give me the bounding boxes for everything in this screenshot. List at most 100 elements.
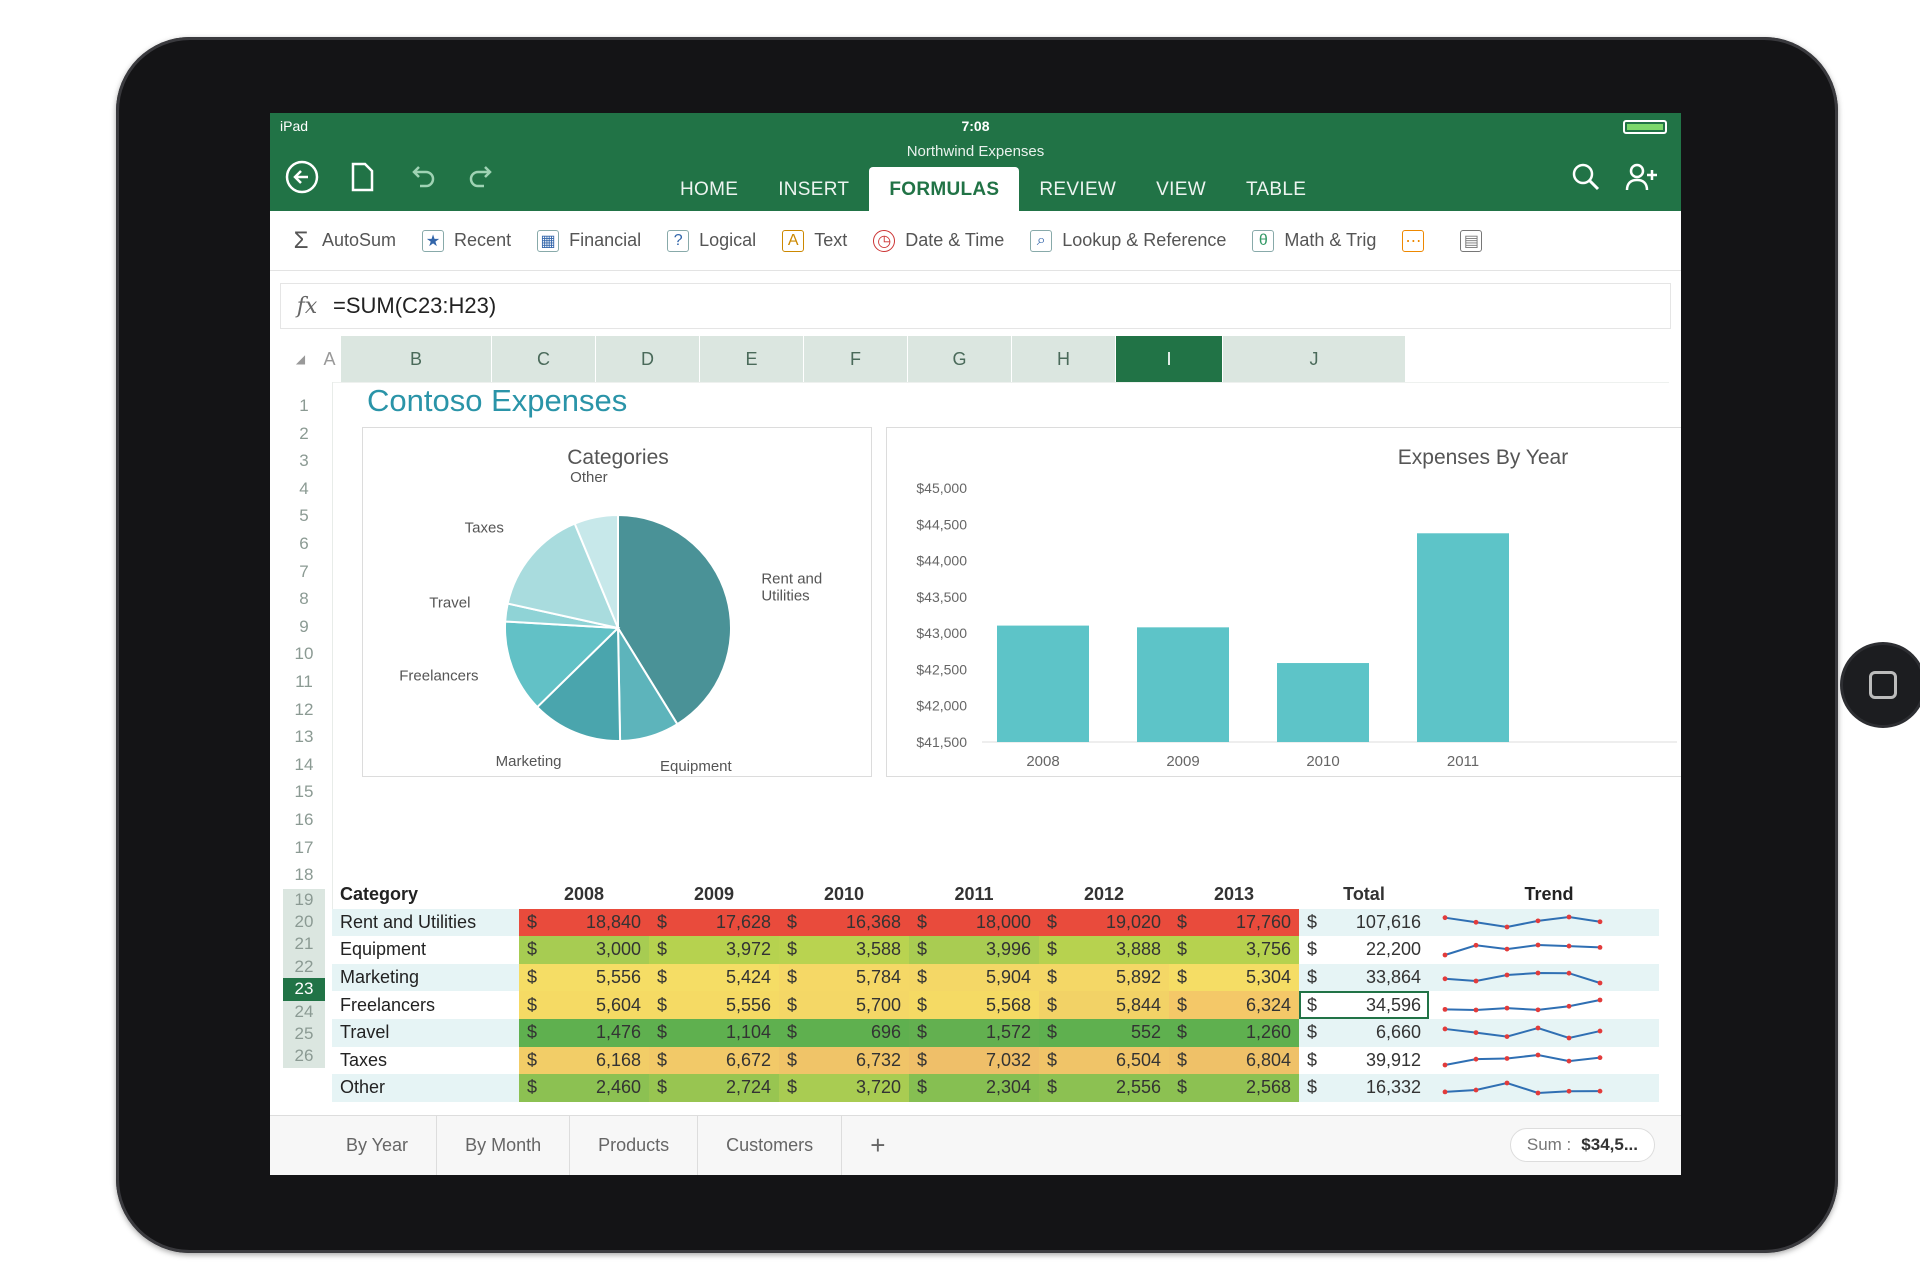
row-header-23[interactable]: 23: [283, 978, 325, 1001]
column-header-f[interactable]: F: [804, 336, 908, 382]
sparkline-cell[interactable]: [1429, 963, 1659, 992]
sheet-tab-customers[interactable]: Customers: [698, 1115, 843, 1175]
value-cell[interactable]: $5,784: [779, 963, 909, 992]
table-row[interactable]: Freelancers $5,604 $5,556 $5,700 $5,568 $5,84…: [332, 991, 1669, 1019]
search-button[interactable]: [1566, 157, 1606, 197]
column-header-j[interactable]: J: [1223, 336, 1406, 382]
row-header-18[interactable]: 18: [283, 861, 325, 889]
row-header-24[interactable]: 24: [283, 1000, 325, 1024]
column-header-e[interactable]: E: [700, 336, 804, 382]
value-cell[interactable]: $5,844: [1039, 991, 1169, 1019]
recent-button[interactable]: ★ Recent: [422, 229, 511, 252]
sparkline-cell[interactable]: [1429, 1074, 1659, 1102]
select-all-corner[interactable]: ◢: [283, 336, 319, 382]
more-functions-button[interactable]: ⋯: [1402, 229, 1434, 252]
value-cell[interactable]: $6,804: [1169, 1046, 1299, 1075]
sheet-tab-products[interactable]: Products: [570, 1115, 699, 1175]
value-cell[interactable]: $5,604: [519, 991, 649, 1019]
total-cell[interactable]: $6,660: [1299, 1018, 1429, 1047]
autosum-button[interactable]: Σ AutoSum: [290, 227, 396, 254]
sparkline-cell[interactable]: [1429, 991, 1659, 1019]
tab-review[interactable]: REVIEW: [1019, 167, 1136, 211]
row-header-4[interactable]: 4: [283, 475, 325, 503]
value-cell[interactable]: $5,424: [649, 963, 779, 992]
value-cell[interactable]: $6,732: [779, 1046, 909, 1075]
table-row[interactable]: Marketing $5,556 $5,424 $5,784 $5,904 $5,892 $…: [332, 963, 1669, 992]
row-header-2[interactable]: 2: [283, 420, 325, 448]
total-cell[interactable]: $22,200: [1299, 936, 1429, 964]
value-cell[interactable]: $19,020: [1039, 908, 1169, 937]
value-cell[interactable]: $6,168: [519, 1046, 649, 1075]
sparkline-cell[interactable]: [1429, 1018, 1659, 1047]
sparkline-cell[interactable]: [1429, 1046, 1659, 1075]
share-button[interactable]: [1622, 157, 1662, 197]
sheet-tab-by-year[interactable]: By Year: [318, 1115, 438, 1175]
row-header-15[interactable]: 15: [283, 778, 325, 806]
value-cell[interactable]: $7,032: [909, 1046, 1039, 1075]
redo-button[interactable]: [462, 157, 502, 197]
logical-button[interactable]: ? Logical: [667, 229, 756, 252]
total-cell[interactable]: $34,596: [1299, 991, 1429, 1019]
tab-insert[interactable]: INSERT: [758, 167, 869, 211]
category-cell[interactable]: Marketing: [332, 963, 519, 992]
value-cell[interactable]: $552: [1039, 1018, 1169, 1047]
row-header-5[interactable]: 5: [283, 502, 325, 530]
row-header-26[interactable]: 26: [283, 1045, 325, 1068]
formula-bar[interactable]: fx =SUM(C23:H23): [280, 283, 1671, 329]
row-header-3[interactable]: 3: [283, 447, 325, 475]
value-cell[interactable]: $2,724: [649, 1074, 779, 1102]
tab-formulas[interactable]: FORMULAS: [869, 167, 1020, 211]
row-header-16[interactable]: 16: [283, 806, 325, 834]
table-row[interactable]: Taxes $6,168 $6,672 $6,732 $7,032 $6,504 $6,80…: [332, 1046, 1669, 1075]
value-cell[interactable]: $1,572: [909, 1018, 1039, 1047]
row-header-19[interactable]: 19: [283, 888, 325, 912]
row-header-7[interactable]: 7: [283, 558, 325, 586]
row-header-6[interactable]: 6: [283, 530, 325, 558]
value-cell[interactable]: $696: [779, 1018, 909, 1047]
category-cell[interactable]: Freelancers: [332, 991, 519, 1019]
financial-button[interactable]: ▦ Financial: [537, 229, 641, 252]
add-sheet-button[interactable]: +: [842, 1116, 913, 1176]
value-cell[interactable]: $6,672: [649, 1046, 779, 1075]
row-header-1[interactable]: 1: [283, 392, 325, 420]
sparkline-cell[interactable]: [1429, 908, 1659, 937]
file-button[interactable]: [342, 157, 382, 197]
tab-home[interactable]: HOME: [660, 167, 758, 211]
value-cell[interactable]: $18,000: [909, 908, 1039, 937]
category-cell[interactable]: Travel: [332, 1018, 519, 1047]
value-cell[interactable]: $2,460: [519, 1074, 649, 1102]
row-header-10[interactable]: 10: [283, 640, 325, 668]
total-cell[interactable]: $107,616: [1299, 908, 1429, 937]
column-header-c[interactable]: C: [492, 336, 596, 382]
value-cell[interactable]: $6,324: [1169, 991, 1299, 1019]
sparkline-cell[interactable]: [1429, 936, 1659, 964]
category-cell[interactable]: Other: [332, 1074, 519, 1102]
value-cell[interactable]: $1,476: [519, 1018, 649, 1047]
column-header-d[interactable]: D: [596, 336, 700, 382]
category-cell[interactable]: Equipment: [332, 936, 519, 964]
value-cell[interactable]: $5,556: [649, 991, 779, 1019]
category-cell[interactable]: Taxes: [332, 1046, 519, 1075]
pie-chart-panel[interactable]: Categories Rent and Utilities Equipment Mark…: [362, 427, 872, 777]
total-cell[interactable]: $39,912: [1299, 1046, 1429, 1075]
row-header-12[interactable]: 12: [283, 696, 325, 724]
tab-view[interactable]: VIEW: [1136, 167, 1226, 211]
date-time-button[interactable]: ◷ Date & Time: [873, 229, 1004, 252]
value-cell[interactable]: $2,556: [1039, 1074, 1169, 1102]
value-cell[interactable]: $2,304: [909, 1074, 1039, 1102]
value-cell[interactable]: $3,972: [649, 936, 779, 964]
row-header-11[interactable]: 11: [283, 668, 325, 696]
table-row[interactable]: Travel $1,476 $1,104 $696 $1,572 $552 $1,260 $6…: [332, 1018, 1669, 1047]
value-cell[interactable]: $5,904: [909, 963, 1039, 992]
column-header-h[interactable]: H: [1012, 336, 1116, 382]
value-cell[interactable]: $5,700: [779, 991, 909, 1019]
value-cell[interactable]: $1,104: [649, 1018, 779, 1047]
math-trig-button[interactable]: θ Math & Trig: [1252, 229, 1376, 252]
value-cell[interactable]: $3,996: [909, 936, 1039, 964]
column-header-i[interactable]: I: [1116, 336, 1223, 382]
row-header-13[interactable]: 13: [283, 723, 325, 751]
back-button[interactable]: [282, 157, 322, 197]
table-row[interactable]: Other $2,460 $2,724 $3,720 $2,304 $2,556 $2,56…: [332, 1074, 1669, 1102]
row-header-9[interactable]: 9: [283, 613, 325, 641]
column-header-g[interactable]: G: [908, 336, 1012, 382]
